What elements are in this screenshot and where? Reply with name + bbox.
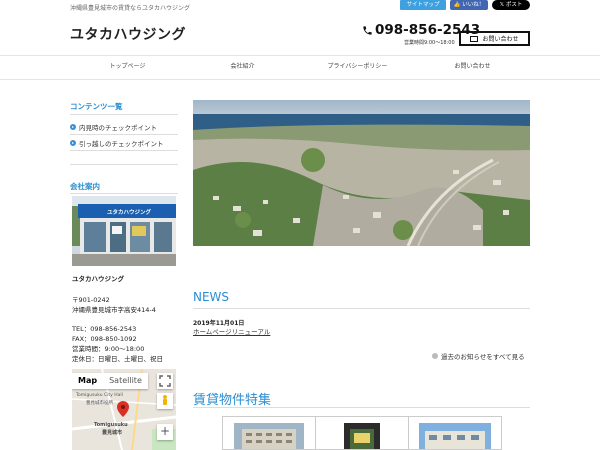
site-tagline: 沖縄県豊見城市の賃貸ならユタカハウジング [70, 5, 191, 12]
x-post-button[interactable]: 𝕏 ポスト [492, 0, 530, 10]
fullscreen-button[interactable] [157, 373, 173, 389]
mail-icon [470, 35, 479, 42]
sidebar-divider [70, 134, 178, 135]
property-card[interactable] [316, 417, 409, 449]
sidebar-divider [70, 164, 178, 165]
feature-heading: 賃貸物件特集 [193, 393, 272, 408]
x-icon: 𝕏 [499, 2, 505, 8]
feature-divider [193, 407, 530, 408]
sidebar-link-label: 内見時のチェックポイント [79, 124, 157, 132]
company-heading: 会社案内 [70, 182, 100, 191]
contact-button[interactable]: お問い合わせ [459, 31, 530, 46]
map-tab-map[interactable]: Map [72, 373, 103, 389]
nav-item-top[interactable]: トップページ [70, 55, 185, 79]
sidebar-divider [70, 150, 178, 151]
post-label: ポスト [505, 2, 523, 8]
company-fax: FAX：098-850-1092 [72, 335, 137, 343]
company-hours: 営業時間：9:00～18:00 [72, 345, 145, 353]
property-photo [234, 423, 304, 449]
like-label: いいね！ [462, 2, 485, 8]
zoom-in-button[interactable]: + [157, 424, 173, 440]
circle-bullet-icon [432, 353, 438, 359]
sitemap-button[interactable]: サイトマップ [400, 0, 446, 10]
nav-item-company[interactable]: 会社紹介 [185, 55, 300, 79]
sidebar-link-label: 引っ越しのチェックポイント [79, 140, 164, 148]
map-label-city-jp: 豊見城市 [102, 430, 123, 436]
news-heading: NEWS [193, 290, 230, 304]
see-all-label: 過去のお知らせをすべて見る [441, 353, 525, 361]
map-type-control: Map Satellite [72, 373, 148, 389]
facebook-like-button[interactable]: 👍 いいね！ [450, 0, 488, 10]
fullscreen-icon [159, 375, 171, 387]
social-buttons: サイトマップ 👍 いいね！ 𝕏 ポスト [400, 0, 530, 10]
company-address: 沖縄県豊見城市字高安414-4 [72, 306, 156, 314]
store-sign-text: ユタカハウジング [107, 208, 152, 216]
map-tab-satellite[interactable]: Satellite [103, 373, 148, 389]
property-card[interactable] [223, 417, 316, 449]
news-divider [193, 308, 530, 309]
property-photo [419, 423, 491, 449]
map-label-city-hall-en: Tomigusuku City Hall [76, 393, 123, 398]
company-tel: TEL：098-856-2543 [72, 325, 137, 333]
postal-code: 〒901-0242 [72, 296, 110, 304]
property-card[interactable] [409, 417, 501, 449]
nav-item-privacy[interactable]: プライバシーポリシー [300, 55, 415, 79]
property-photo [344, 423, 380, 449]
nav-item-contact[interactable]: お問い合わせ [415, 55, 530, 79]
hero-aerial-photo [193, 100, 530, 246]
google-map[interactable]: Map Satellite + Tomigusuku City Hall 豊見城… [72, 369, 176, 450]
contact-label: お問い合わせ [482, 36, 519, 43]
business-hours: 営業時間9:00～18:00 [404, 40, 455, 46]
map-label-city-en: Tomigusuku [94, 422, 128, 428]
global-nav: トップページ 会社紹介 プライバシーポリシー お問い合わせ [70, 55, 530, 79]
nav-divider [0, 79, 600, 80]
news-item-link[interactable]: ホームページリニューアル [193, 326, 270, 336]
map-pin-icon [117, 401, 129, 417]
sidebar-link-moving[interactable]: 引っ越しのチェックポイント [70, 138, 164, 148]
sidebar-divider [70, 193, 178, 194]
company-holidays: 定休日：日曜日、土曜日、祝日 [72, 355, 163, 363]
pegman-icon [163, 395, 167, 405]
office-photo: ユタカハウジング [72, 196, 176, 266]
site-logo[interactable]: ユタカハウジング [70, 24, 186, 44]
map-label-city-hall-jp: 豊見城市役所 [86, 401, 113, 406]
thumbs-up-icon: 👍 [453, 2, 461, 8]
sidebar-link-viewing[interactable]: 内見時のチェックポイント [70, 122, 157, 132]
sidebar-divider [70, 114, 178, 115]
street-view-button[interactable] [157, 393, 173, 409]
contents-heading: コンテンツ一覧 [70, 102, 123, 111]
feature-cards [222, 416, 502, 450]
arrow-circle-icon [70, 140, 76, 146]
company-name: ユタカハウジング [72, 275, 124, 283]
news-see-all-link[interactable]: 過去のお知らせをすべて見る [432, 351, 525, 361]
phone-icon [363, 25, 372, 35]
arrow-circle-icon [70, 124, 76, 130]
